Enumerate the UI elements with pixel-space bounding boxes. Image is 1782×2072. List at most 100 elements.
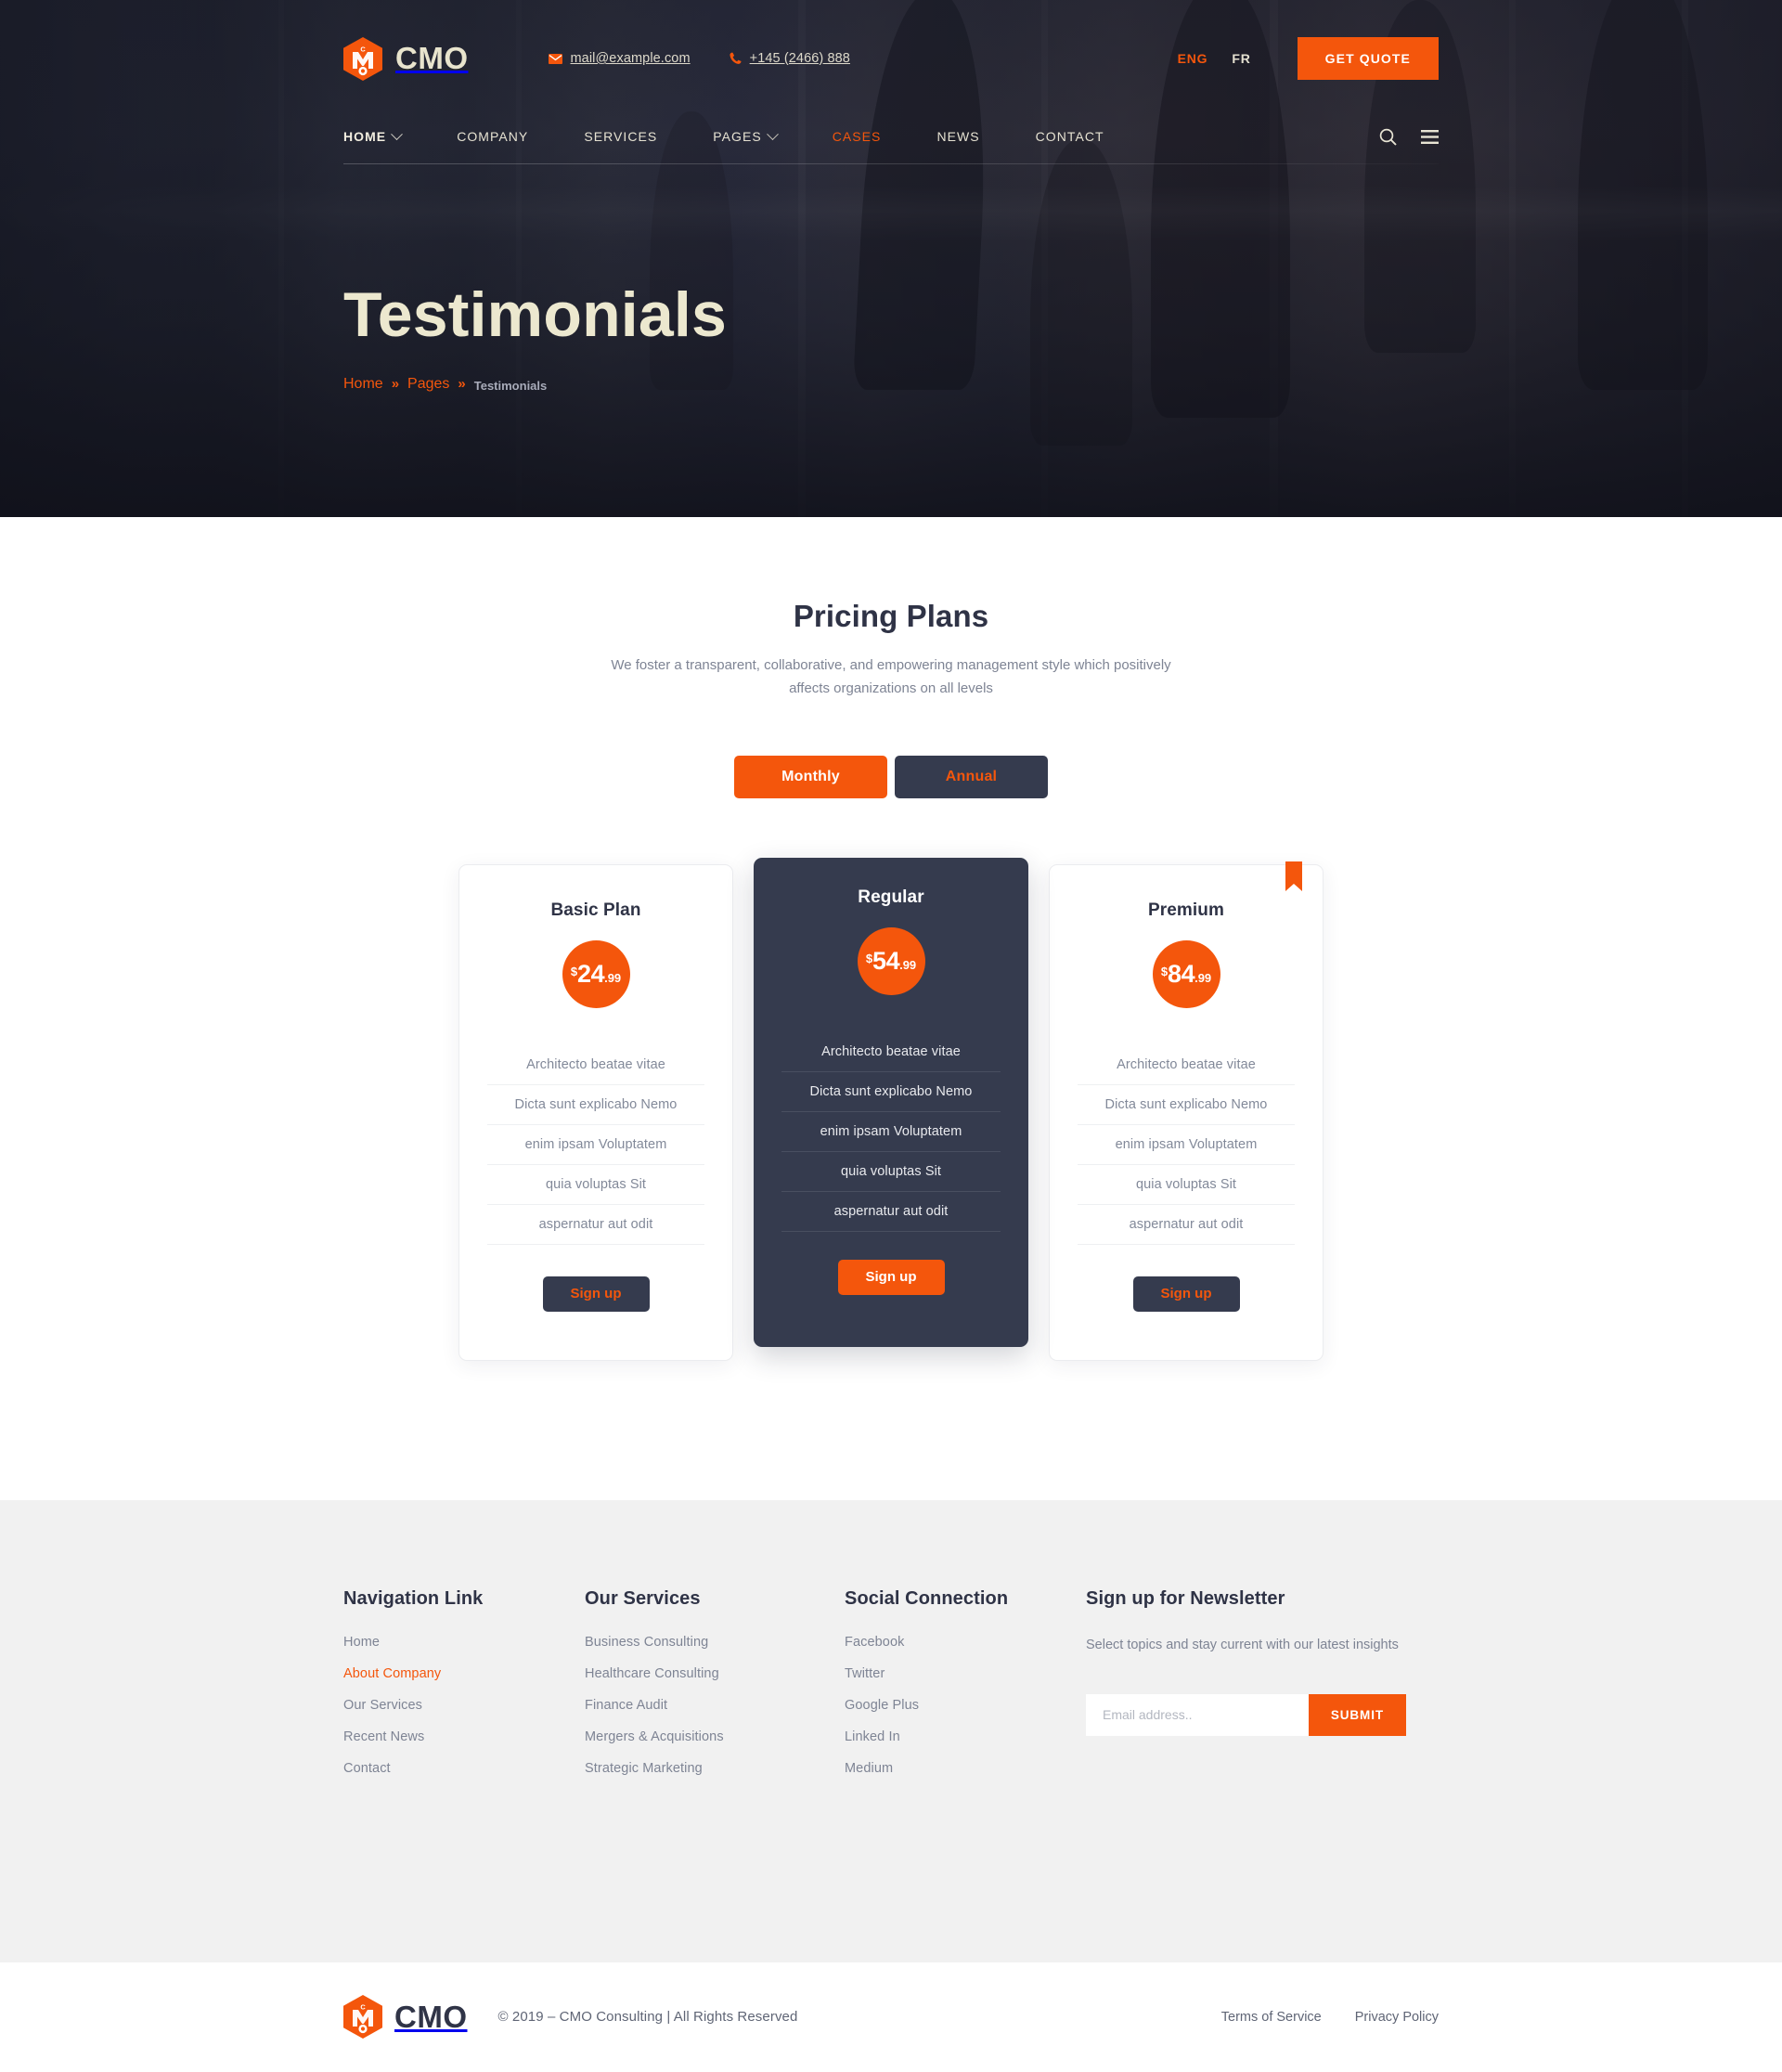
billing-toggle-annual[interactable]: Annual [895,755,1048,798]
breadcrumb-item-current: Testimonials [473,379,548,393]
plan-feature: Architecto beatae vitae [487,1045,704,1085]
billing-toggle-monthly[interactable]: Monthly [734,755,887,798]
plan-decimals: .99 [1194,970,1212,985]
pricing-card-regular[interactable]: Regular $ 54 .99 Architecto beatae vitae… [754,857,1028,1347]
footer-link-contact[interactable]: Contact [343,1761,391,1776]
nav-item-services[interactable]: SERVICES [556,129,685,144]
newsletter-form: SUBMIT [1086,1693,1406,1736]
footer-link-our-services[interactable]: Our Services [343,1698,422,1713]
plan-currency: $ [570,964,578,978]
footer-link-linked-in[interactable]: Linked In [845,1729,900,1744]
hexagon-logo-icon: C [343,36,382,81]
footer-column-title: Navigation Link [343,1587,484,1609]
footer-link-google-plus[interactable]: Google Plus [845,1698,919,1713]
plan-signup-button[interactable]: Sign up [542,1276,650,1312]
hero-content: Testimonials Home » Pages » Testimonials [343,164,1439,393]
plan-amount: 84 [1168,959,1195,988]
page-root: C CMO mail@example.com +145 (2466) 888 E… [0,0,1782,2072]
newsletter-email-input[interactable] [1086,1693,1309,1736]
header-phone[interactable]: +145 (2466) 888 [730,51,850,66]
nav-icon-group [1379,128,1439,146]
plan-feature: quia voluptas Sit [1078,1165,1295,1205]
bottom-bar: C CMO © 2019 – CMO Consulting | All Righ… [0,1962,1782,2072]
footer-link-mergers-acquisitions[interactable]: Mergers & Acquisitions [585,1729,724,1744]
search-icon[interactable] [1379,128,1397,146]
nav-item-news-label: NEWS [936,129,980,144]
billing-toggle: Monthly Annual [734,755,1048,798]
nav-item-cases-label: CASES [832,129,882,144]
footer-logo[interactable]: C CMO [343,1995,468,2039]
plan-name: Basic Plan [550,900,641,920]
plan-feature: Dicta sunt explicabo Nemo [781,1072,1001,1112]
footer-column-newsletter: Sign up for Newsletter Select topics and… [1086,1587,1406,1777]
site-footer: Navigation Link Home About Company Our S… [0,1499,1782,1962]
plan-decimals: .99 [604,970,622,985]
plan-signup-button[interactable]: Sign up [1132,1276,1240,1312]
nav-item-home[interactable]: HOME [343,127,429,144]
breadcrumb-item-pages[interactable]: Pages [407,376,449,393]
pricing-card-premium[interactable]: Premium $ 84 .99 Architecto beatae vitae… [1049,861,1324,1361]
phone-icon [730,52,742,65]
nav-item-services-label: SERVICES [584,129,658,144]
site-logo[interactable]: C CMO [343,36,469,81]
nav-item-news[interactable]: NEWS [909,129,1007,144]
plan-feature: quia voluptas Sit [487,1165,704,1205]
pricing-section: Pricing Plans We foster a transparent, c… [0,517,1782,1500]
header-contact-group: mail@example.com +145 (2466) 888 [548,51,850,66]
pricing-heading: Pricing Plans We foster a transparent, c… [0,599,1782,701]
footer-link-twitter[interactable]: Twitter [845,1666,885,1681]
get-quote-button[interactable]: GET QUOTE [1297,37,1439,80]
footer-logo-wordmark: CMO [394,1999,468,2034]
nav-item-cases[interactable]: CASES [805,129,910,144]
bottom-bar-inner: C CMO © 2019 – CMO Consulting | All Righ… [343,1995,1439,2039]
language-switcher: ENG FR [1178,51,1251,66]
pricing-cards: Basic Plan $ 24 .99 Architecto beatae vi… [0,857,1782,1361]
footer-link-medium[interactable]: Medium [845,1761,893,1776]
newsletter-submit-button[interactable]: SUBMIT [1308,1693,1406,1736]
nav-item-company[interactable]: COMPANY [429,129,556,144]
footer-column-social: Social Connection Facebook Twitter Googl… [845,1588,1086,1777]
svg-text:C: C [360,2003,366,2012]
footer-link-list: Business Consulting Healthcare Consultin… [585,1634,845,1777]
footer-link-about-company[interactable]: About Company [343,1666,441,1681]
footer-link-recent-news[interactable]: Recent News [343,1729,424,1744]
plan-feature: aspernatur aut odit [487,1205,704,1245]
hamburger-menu-icon[interactable] [1421,129,1439,144]
plan-feature: Architecto beatae vitae [1078,1045,1295,1085]
newsletter-title: Sign up for Newsletter [1086,1587,1285,1609]
plan-feature: quia voluptas Sit [781,1152,1001,1192]
plan-signup-button[interactable]: Sign up [837,1259,945,1295]
header-right-group: ENG FR GET QUOTE [1178,37,1439,80]
breadcrumb: Home » Pages » Testimonials [343,375,1439,394]
plan-price-badge: $ 84 .99 [1152,939,1220,1008]
footer-link-strategic-marketing[interactable]: Strategic Marketing [585,1761,703,1776]
header-container: C CMO mail@example.com +145 (2466) 888 E… [343,0,1439,163]
svg-text:C: C [360,45,366,53]
main-navigation-row: HOME COMPANY SERVICES PAGES CASES NEWS C… [343,110,1439,163]
plan-feature: enim ipsam Voluptatem [487,1125,704,1165]
page-title: Testimonials [343,279,728,350]
footer-link-facebook[interactable]: Facebook [845,1635,904,1650]
chevron-down-icon [391,127,404,140]
plan-feature: Dicta sunt explicabo Nemo [1078,1085,1295,1125]
footer-link-home[interactable]: Home [343,1635,380,1650]
pricing-title: Pricing Plans [793,599,989,633]
language-option-eng[interactable]: ENG [1178,51,1208,66]
privacy-policy-link[interactable]: Privacy Policy [1355,2010,1439,2025]
footer-link-finance-audit[interactable]: Finance Audit [585,1698,667,1713]
nav-item-pages-label: PAGES [713,129,762,144]
nav-item-pages[interactable]: PAGES [685,127,804,144]
nav-item-contact-label: CONTACT [1035,129,1104,144]
footer-column-title: Our Services [585,1587,701,1609]
logo-wordmark: CMO [395,41,469,75]
terms-of-service-link[interactable]: Terms of Service [1221,2010,1322,2025]
nav-item-contact[interactable]: CONTACT [1008,129,1132,144]
plan-feature: Dicta sunt explicabo Nemo [487,1085,704,1125]
footer-link-business-consulting[interactable]: Business Consulting [585,1635,708,1650]
language-option-fr[interactable]: FR [1232,51,1250,66]
plan-price-badge: $ 24 .99 [562,939,630,1008]
footer-link-healthcare-consulting[interactable]: Healthcare Consulting [585,1666,719,1681]
breadcrumb-item-home[interactable]: Home [343,376,383,393]
header-email[interactable]: mail@example.com [548,51,691,66]
pricing-card-basic[interactable]: Basic Plan $ 24 .99 Architecto beatae vi… [458,863,733,1361]
